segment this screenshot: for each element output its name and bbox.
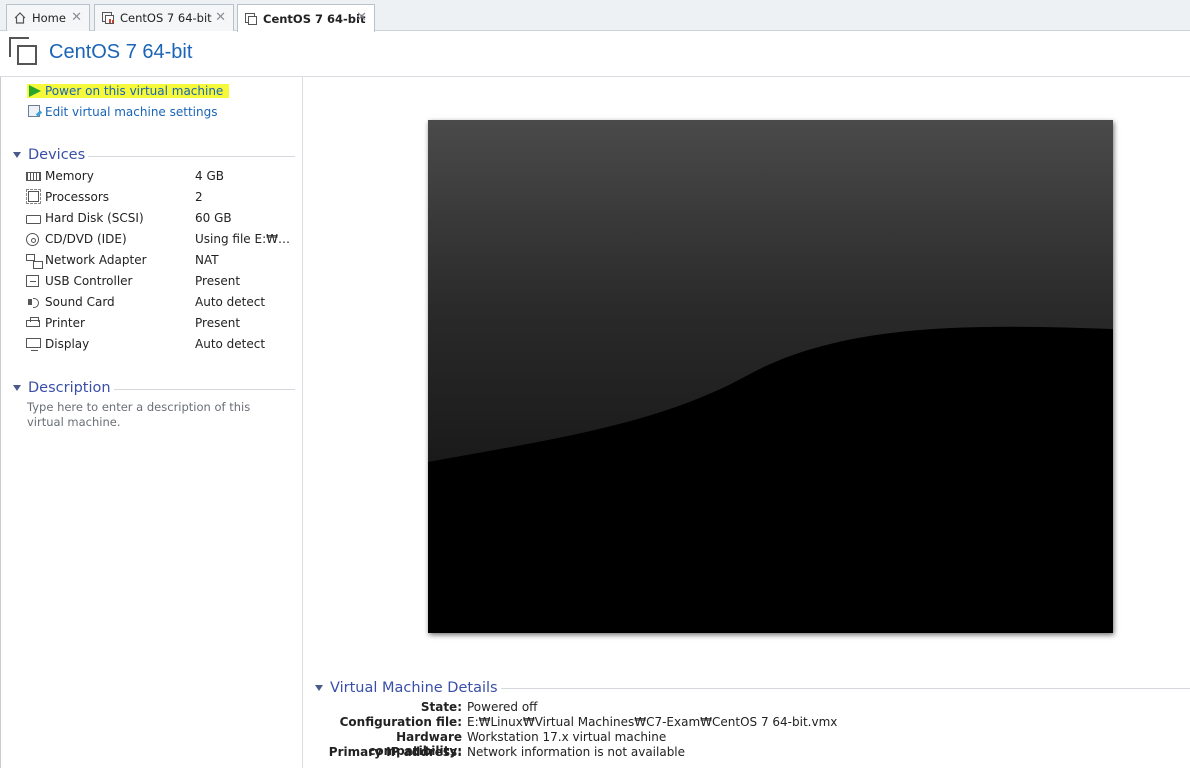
printer-icon bbox=[26, 316, 43, 330]
device-row-network-adapter[interactable]: Network Adapter NAT bbox=[26, 251, 296, 269]
device-row-usb-controller[interactable]: USB Controller Present bbox=[26, 272, 296, 290]
power-on-button[interactable]: Power on this virtual machine bbox=[27, 83, 230, 99]
devices-heading: Devices bbox=[28, 147, 86, 163]
tab-home[interactable]: Home ✕ bbox=[6, 4, 90, 31]
close-icon[interactable]: ✕ bbox=[71, 10, 82, 25]
tab-label: CentOS 7 64-bit bbox=[263, 11, 366, 26]
collapse-arrow-icon bbox=[13, 152, 21, 158]
collapse-arrow-icon bbox=[315, 685, 323, 691]
hard-disk-icon bbox=[26, 212, 43, 225]
vm-details-heading: Virtual Machine Details bbox=[330, 680, 498, 696]
vm-header: CentOS 7 64-bit bbox=[0, 31, 1190, 77]
tab-label: CentOS 7 64-bit bbox=[120, 11, 212, 25]
device-row-cd-dvd[interactable]: CD/DVD (IDE) Using file E:₩Lin... bbox=[26, 230, 296, 248]
usb-controller-icon bbox=[26, 274, 43, 288]
description-heading: Description bbox=[28, 380, 111, 396]
vm-preview-thumbnail bbox=[428, 120, 1113, 633]
tab-vm-2[interactable]: CentOS 7 64-bit ✕ bbox=[237, 4, 375, 32]
sound-card-icon bbox=[26, 296, 43, 309]
device-row-sound-card[interactable]: Sound Card Auto detect bbox=[26, 293, 296, 311]
vm-details-section-header[interactable]: Virtual Machine Details bbox=[315, 680, 1190, 696]
device-row-display[interactable]: Display Auto detect bbox=[26, 335, 296, 353]
vm-summary-pane: Power on this virtual machine Edit virtu… bbox=[0, 77, 303, 768]
play-icon bbox=[27, 84, 43, 98]
device-row-printer[interactable]: Printer Present bbox=[26, 314, 296, 332]
edit-settings-label: Edit virtual machine settings bbox=[45, 105, 218, 119]
power-on-label: Power on this virtual machine bbox=[45, 84, 224, 98]
device-row-memory[interactable]: Memory 4 GB bbox=[26, 167, 296, 185]
processor-icon bbox=[26, 188, 43, 204]
page-title: CentOS 7 64-bit bbox=[49, 41, 193, 63]
close-icon[interactable]: ✕ bbox=[356, 10, 367, 25]
tab-bar: Home ✕ CentOS 7 64-bit ✕ CentOS 7 64-bit… bbox=[0, 0, 1190, 32]
cd-dvd-icon bbox=[26, 232, 43, 246]
settings-edit-icon bbox=[27, 105, 43, 119]
description-section-header[interactable]: Description bbox=[13, 380, 295, 396]
vm-tab-icon bbox=[244, 12, 258, 26]
detail-row-config-file: Configuration file: E:₩Linux₩Virtual Mac… bbox=[339, 715, 838, 729]
display-icon bbox=[26, 337, 43, 351]
tab-vm-1[interactable]: CentOS 7 64-bit ✕ bbox=[94, 4, 234, 31]
devices-section-header[interactable]: Devices bbox=[13, 147, 295, 163]
device-row-processors[interactable]: Processors 2 bbox=[26, 188, 296, 206]
memory-icon bbox=[26, 170, 43, 183]
close-icon[interactable]: ✕ bbox=[215, 10, 226, 25]
vm-screen-preview[interactable] bbox=[428, 120, 1113, 633]
detail-row-state: State: Powered off bbox=[420, 700, 538, 714]
detail-row-hardware-compatibility: Hardware compatibility: Workstation 17.x… bbox=[368, 730, 667, 758]
home-icon bbox=[13, 11, 27, 25]
virtual-machine-icon bbox=[9, 37, 39, 67]
vm-tab-icon bbox=[101, 11, 115, 25]
edit-settings-button[interactable]: Edit virtual machine settings bbox=[27, 104, 217, 120]
tab-label: Home bbox=[32, 11, 66, 25]
detail-row-primary-ip: Primary IP address: Network information … bbox=[328, 745, 686, 759]
description-input[interactable]: Type here to enter a description of this… bbox=[27, 400, 289, 430]
network-adapter-icon bbox=[26, 253, 43, 269]
collapse-arrow-icon bbox=[13, 385, 21, 391]
device-row-hard-disk[interactable]: Hard Disk (SCSI) 60 GB bbox=[26, 209, 296, 227]
